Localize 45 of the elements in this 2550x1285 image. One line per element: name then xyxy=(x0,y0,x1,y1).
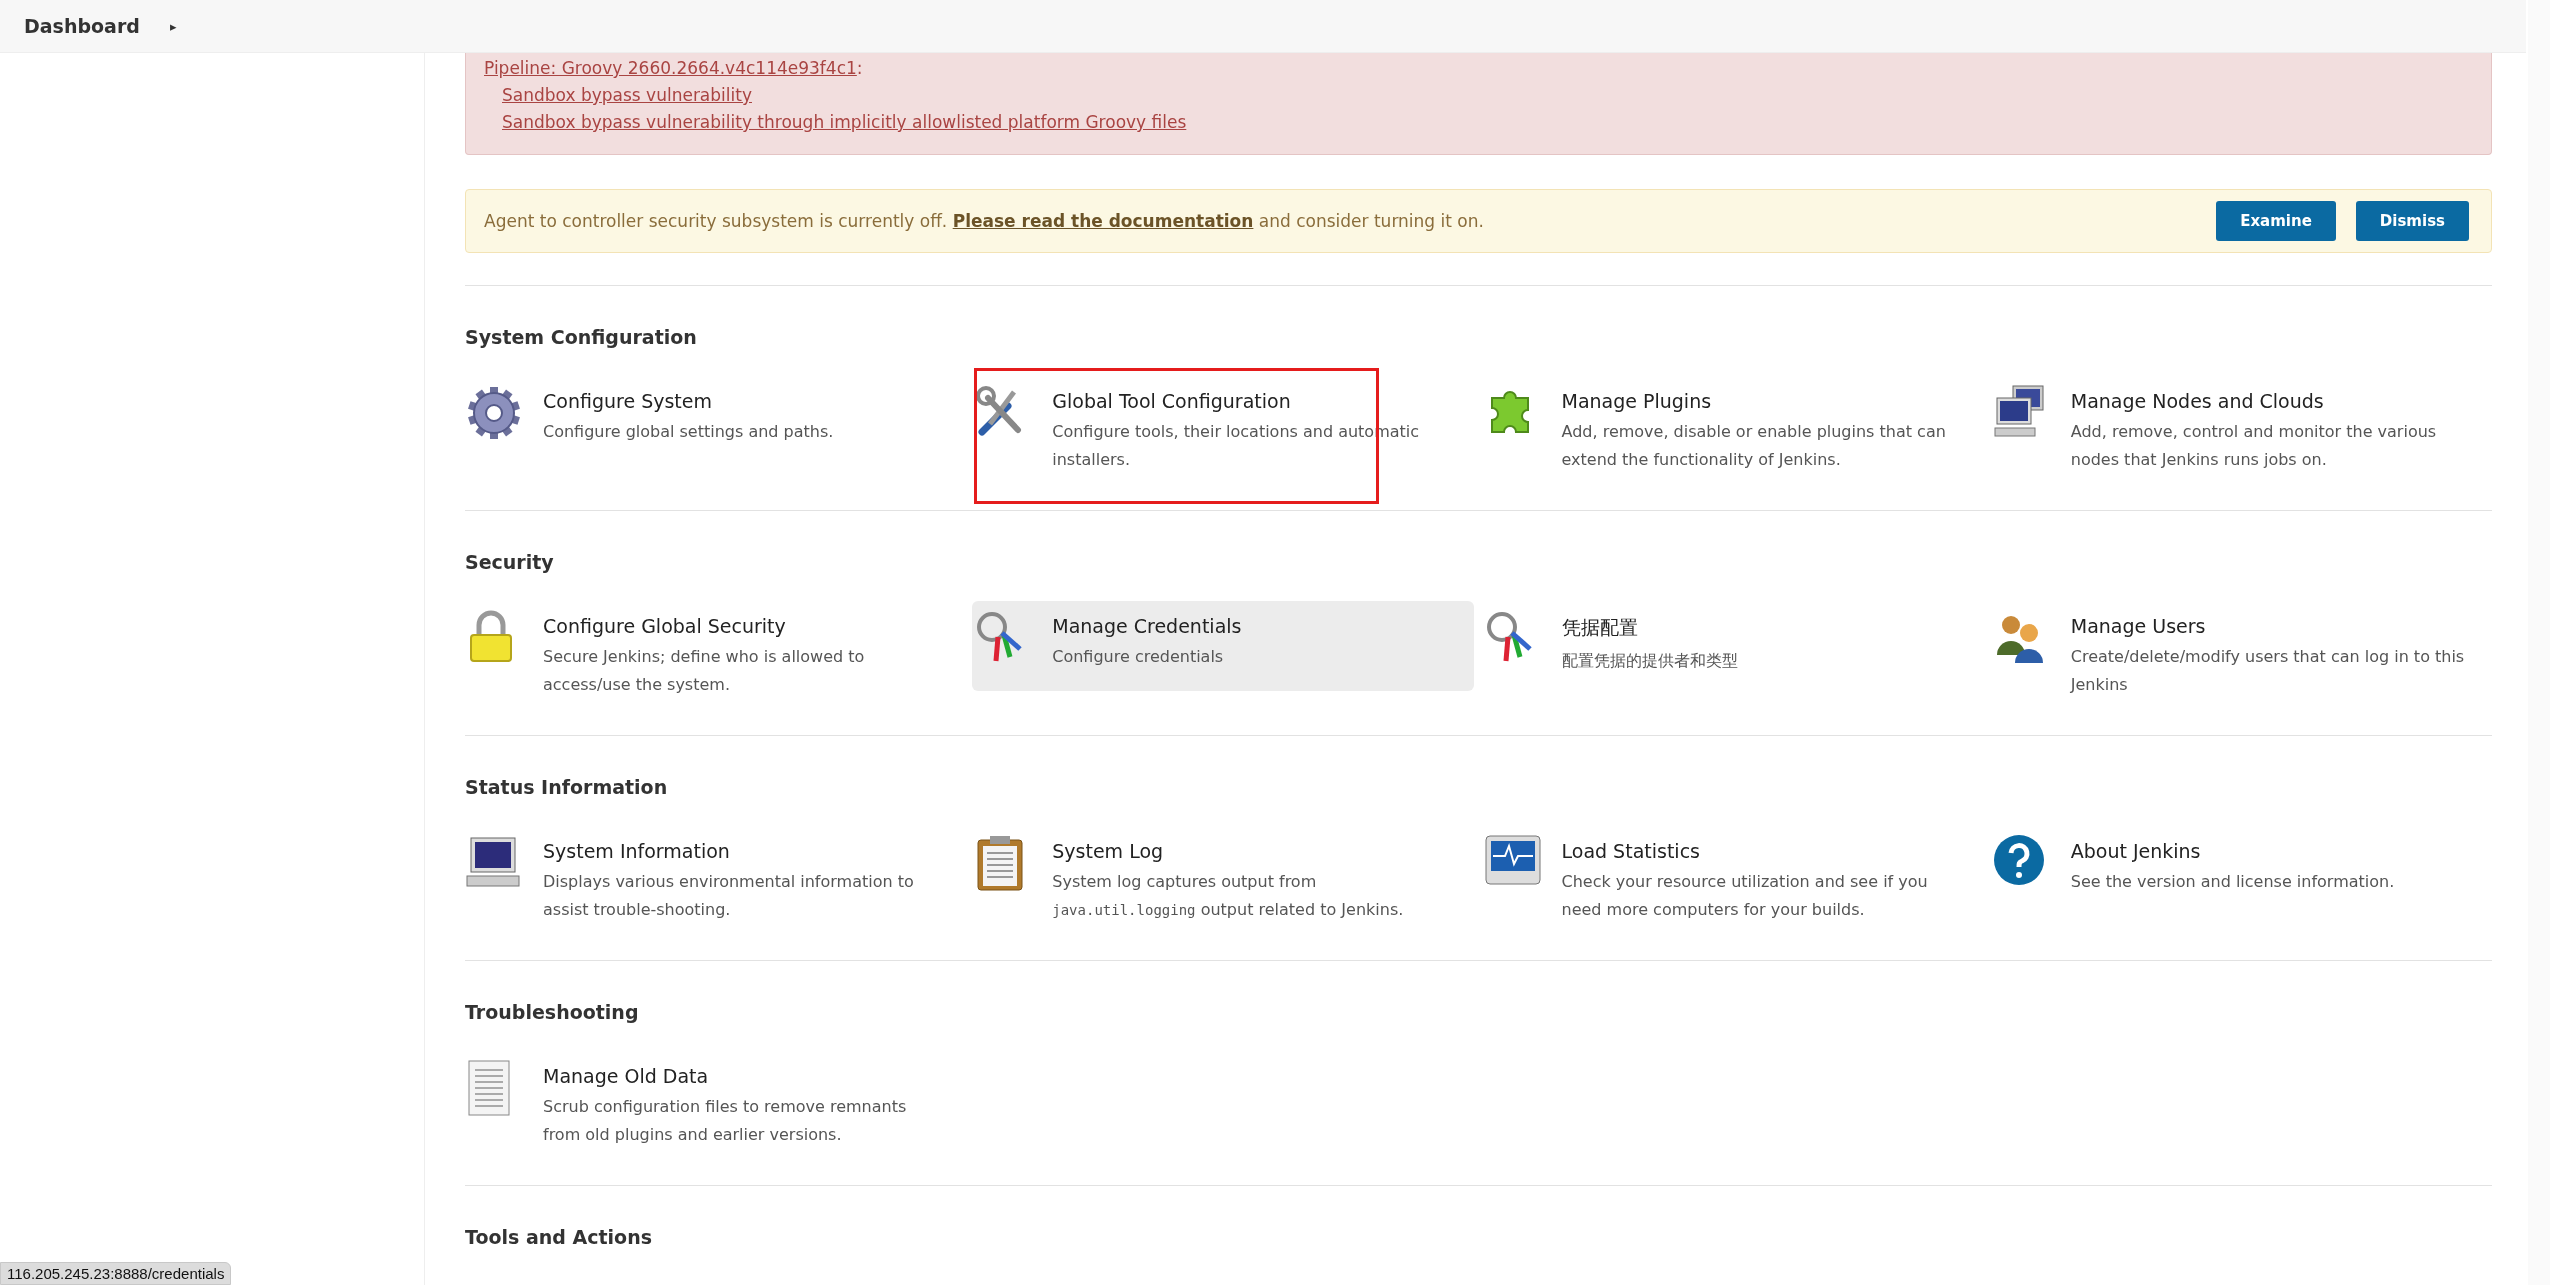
link-description: Secure Jenkins; define who is allowed to access/use the system. xyxy=(543,646,866,696)
link-title: Manage Plugins xyxy=(1561,390,1713,412)
section-title: Status Information xyxy=(465,776,669,798)
link-description: Check your resource utilization and see if you need more computers for your builds. xyxy=(1561,871,1929,921)
link-title: System Log xyxy=(1052,840,1165,862)
link-title: Configure System xyxy=(543,390,713,412)
plugin-link[interactable]: Pipeline: Groovy 2660.2664.v4c114e93f4c1 xyxy=(484,55,857,82)
link-title: 凭据配置 xyxy=(1561,615,1639,640)
examine-button[interactable]: Examine xyxy=(2216,201,2336,241)
link-description: System log captures output from java.util.logging output related to Jenkins. xyxy=(1052,871,1405,921)
section-title: Tools and Actions xyxy=(465,1226,653,1248)
link-title: Manage Credentials xyxy=(1052,615,1242,637)
link-title: System Information xyxy=(543,840,731,862)
link-title: Global Tool Configuration xyxy=(1052,390,1292,412)
link-title: Manage Old Data xyxy=(543,1065,710,1087)
section-title: Troubleshooting xyxy=(465,1001,640,1023)
status-url: 116.205.245.23:8888/credentials xyxy=(0,1262,232,1285)
link-title: Manage Nodes and Clouds xyxy=(2070,390,2325,412)
link-title: Load Statistics xyxy=(1561,840,1701,862)
link-title: About Jenkins xyxy=(2070,840,2202,862)
dismiss-button[interactable]: Dismiss xyxy=(2355,201,2469,241)
link-description: Add, remove, control and monitor the various nodes that Jenkins runs jobs on. xyxy=(2070,421,2438,471)
documentation-link[interactable]: Please read the documentation xyxy=(952,211,1254,231)
colon-text: : xyxy=(856,57,863,80)
link-description: Create/delete/modify users that can log in to this Jenkins xyxy=(2070,646,2466,696)
vulnerability-link[interactable]: Sandbox bypass vulnerability xyxy=(502,85,752,105)
link-description: Add, remove, disable or enable plugins that can extend the functionality of Jenkins. xyxy=(1561,421,1947,471)
link-description: Displays various environmental information to assist trouble-shooting. xyxy=(543,871,915,921)
link-description: Configure credentials xyxy=(1052,646,1225,668)
breadcrumb-caret[interactable]: ▸ xyxy=(169,18,177,34)
link-title: Configure Global Security xyxy=(543,615,787,637)
section-title: System Configuration xyxy=(465,326,698,348)
link-description: Scrub configuration files to remove remnants from old plugins and earlier versions. xyxy=(543,1096,908,1146)
link-description: 配置凭据的提供者和类型 xyxy=(1561,650,1738,672)
document-icon xyxy=(465,1059,513,1117)
gear-icon xyxy=(465,384,523,442)
link-description: Configure global settings and paths. xyxy=(543,421,834,443)
section-title: Security xyxy=(465,551,555,573)
link-title: Manage Users xyxy=(2070,615,2207,637)
link-description: See the version and license information. xyxy=(2070,871,2395,893)
vulnerability-link[interactable]: Sandbox bypass vulnerability through implicitly allowlisted platform Groovy files xyxy=(502,112,1187,132)
breadcrumb-link[interactable]: Dashboard xyxy=(24,15,140,37)
help-icon xyxy=(1992,834,2045,886)
management-link[interactable]: Manage Credentials Configure credentials xyxy=(972,601,1474,691)
warning-message: Agent to controller security subsystem is currently off. Please read the documentation and consider turning it on. xyxy=(484,211,1484,231)
